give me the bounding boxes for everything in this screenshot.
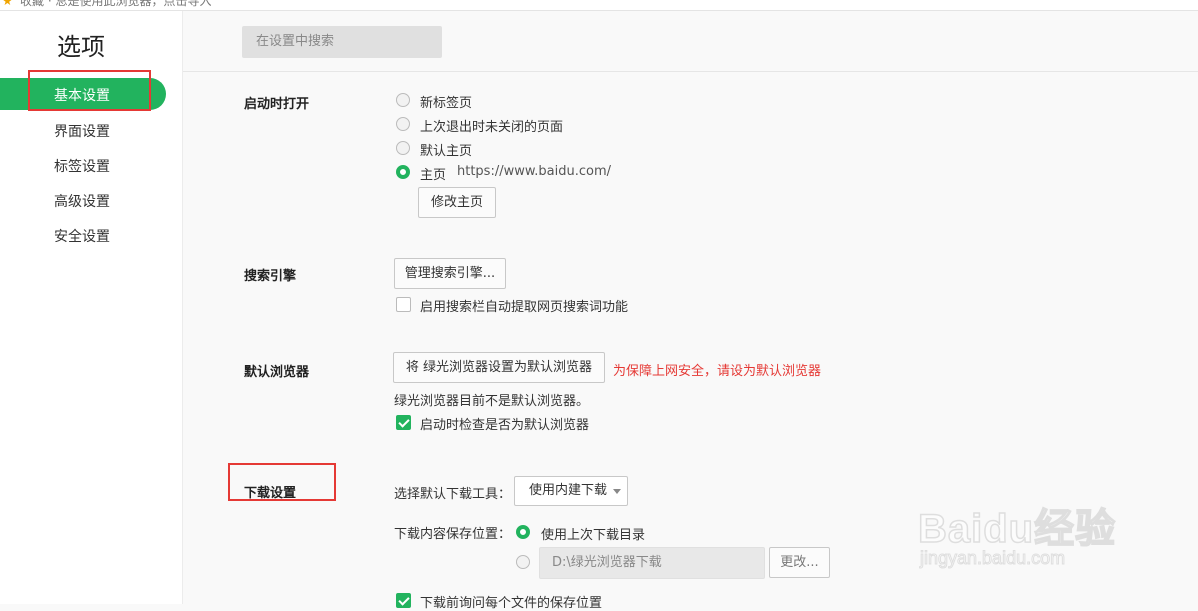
bookmark-bar: ★ 收藏 · 总是使用此浏览器，点击导入	[0, 0, 1198, 11]
auto-extract-label: 启用搜索栏自动提取网页搜索词功能	[420, 300, 629, 315]
option-new-tab: 新标签页	[420, 96, 473, 111]
download-path-field[interactable]: D:\绿光浏览器下载	[539, 547, 765, 579]
watermark-url: jingyan.baidu.com	[919, 548, 1066, 569]
default-browser-label: 默认浏览器	[244, 365, 310, 380]
option-last-session: 上次退出时未关闭的页面	[420, 120, 564, 135]
search-input[interactable]: 在设置中搜索	[242, 26, 442, 58]
sidebar-item-interface[interactable]: 界面设置	[54, 121, 110, 141]
bookmark-bar-text: 收藏 · 总是使用此浏览器，点击导入	[20, 0, 212, 8]
change-path-button[interactable]: 更改...	[769, 547, 830, 578]
option-last-dir: 使用上次下载目录	[541, 528, 646, 543]
watermark-logo: Baidu经验	[917, 506, 1117, 552]
radio-default-home[interactable]	[396, 141, 410, 155]
default-browser-warning: 为保障上网安全，请设为默认浏览器	[613, 364, 822, 379]
radio-new-tab[interactable]	[396, 93, 410, 107]
sidebar-item-tabs[interactable]: 标签设置	[54, 156, 110, 176]
option-default-home: 默认主页	[420, 144, 473, 159]
auto-extract-checkbox[interactable]	[396, 297, 411, 312]
default-browser-status: 绿光浏览器目前不是默认浏览器。	[394, 394, 590, 409]
ask-location-checkbox[interactable]	[396, 593, 411, 608]
sidebar-item-security[interactable]: 安全设置	[54, 226, 110, 246]
search-engine-label: 搜索引擎	[244, 269, 297, 284]
check-default-checkbox[interactable]	[396, 415, 411, 430]
annotation-box-basic	[28, 70, 151, 111]
annotation-box-download	[228, 463, 336, 501]
startup-label: 启动时打开	[244, 97, 310, 112]
page-title: 选项	[57, 33, 105, 61]
download-tool-select[interactable]: 使用内建下载	[514, 476, 628, 506]
radio-custom-path[interactable]	[516, 555, 530, 569]
baidu-jingyan-watermark: Baidu经验 jingyan.baidu.com	[917, 478, 1148, 588]
set-default-browser-button[interactable]: 将 绿光浏览器设置为默认浏览器	[393, 352, 605, 383]
manage-search-engines-button[interactable]: 管理搜索引擎...	[394, 258, 506, 289]
modify-homepage-button[interactable]: 修改主页	[418, 187, 496, 218]
homepage-url: https://www.baidu.com/	[457, 164, 612, 179]
download-location-label: 下载内容保存位置：	[394, 527, 512, 542]
radio-last-dir[interactable]	[516, 525, 530, 539]
download-tool-label: 选择默认下载工具：	[394, 487, 512, 502]
check-default-label: 启动时检查是否为默认浏览器	[420, 418, 590, 433]
radio-homepage[interactable]	[396, 165, 410, 179]
header-divider	[183, 71, 1198, 72]
chevron-down-icon	[613, 489, 621, 494]
radio-last-session[interactable]	[396, 117, 410, 131]
star-icon: ★	[2, 0, 13, 8]
sidebar-item-advanced[interactable]: 高级设置	[54, 191, 110, 211]
ask-location-label: 下载前询问每个文件的保存位置	[420, 596, 603, 611]
option-homepage: 主页	[420, 168, 447, 183]
download-tool-value: 使用内建下载	[529, 483, 608, 498]
